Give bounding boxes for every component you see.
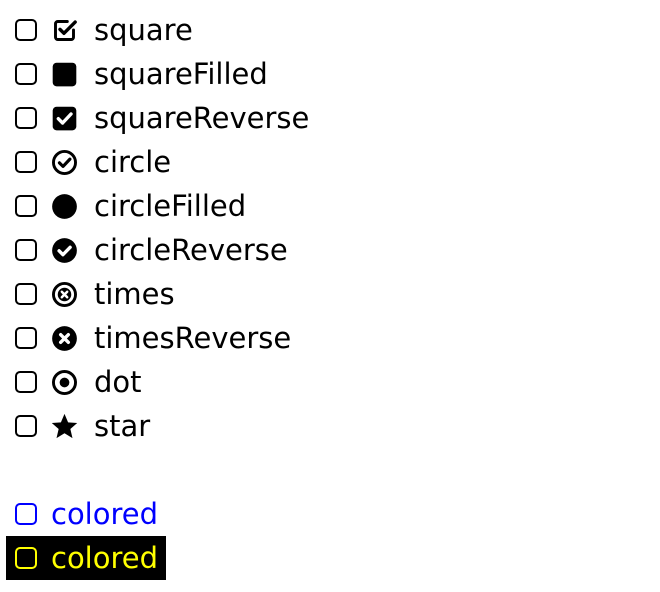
option-label: timesReverse	[94, 321, 292, 355]
checkbox-option-dot[interactable]: dot	[12, 360, 309, 404]
checkbox[interactable]	[15, 107, 37, 129]
option-label: dot	[94, 365, 142, 399]
star-icon	[51, 413, 78, 440]
checkbox-option-circle[interactable]: circle	[12, 140, 309, 184]
option-label: square	[94, 13, 193, 47]
option-label: times	[94, 277, 175, 311]
checkbox-option-colored-yellow[interactable]: colored	[6, 536, 167, 580]
option-label: circle	[94, 145, 172, 179]
checkbox-option-circle-filled[interactable]: circleFilled	[12, 184, 309, 228]
checkbox[interactable]	[15, 19, 37, 41]
checkbox[interactable]	[15, 239, 37, 261]
checkbox-option-square[interactable]: square	[12, 8, 309, 52]
checkbox[interactable]	[15, 547, 37, 569]
checkbox-option-square-reverse[interactable]: squareReverse	[12, 96, 309, 140]
checkbox-option-times-reverse[interactable]: timesReverse	[12, 316, 309, 360]
circle-dot-icon	[51, 369, 78, 396]
checkbox-option-star[interactable]: star	[12, 404, 309, 448]
circle-filled-icon	[51, 193, 78, 220]
option-label: colored	[51, 497, 159, 531]
circle-times-icon	[51, 281, 78, 308]
checkbox-list: square squareFilled squareReverse circle…	[6, 8, 309, 580]
square-check-icon	[51, 17, 78, 44]
circle-check-icon	[51, 149, 78, 176]
option-label: circleFilled	[94, 189, 247, 223]
option-label: circleReverse	[94, 233, 288, 267]
checkbox[interactable]	[15, 283, 37, 305]
checkbox[interactable]	[15, 195, 37, 217]
checkbox[interactable]	[15, 503, 37, 525]
checkbox[interactable]	[15, 151, 37, 173]
option-label: squareReverse	[94, 101, 310, 135]
option-label: squareFilled	[94, 57, 268, 91]
checkbox-option-times[interactable]: times	[12, 272, 309, 316]
checkbox[interactable]	[15, 327, 37, 349]
checkbox-option-colored-blue[interactable]: colored	[12, 492, 309, 536]
checkbox[interactable]	[15, 415, 37, 437]
checkbox-option-circle-reverse[interactable]: circleReverse	[12, 228, 309, 272]
checkbox[interactable]	[15, 371, 37, 393]
square-reverse-check-icon	[51, 105, 78, 132]
circle-times-reverse-icon	[51, 325, 78, 352]
checkbox[interactable]	[15, 63, 37, 85]
option-label: colored	[51, 541, 159, 575]
option-label: star	[94, 409, 151, 443]
checkbox-option-square-filled[interactable]: squareFilled	[12, 52, 309, 96]
square-filled-icon	[51, 61, 78, 88]
circle-reverse-check-icon	[51, 237, 78, 264]
